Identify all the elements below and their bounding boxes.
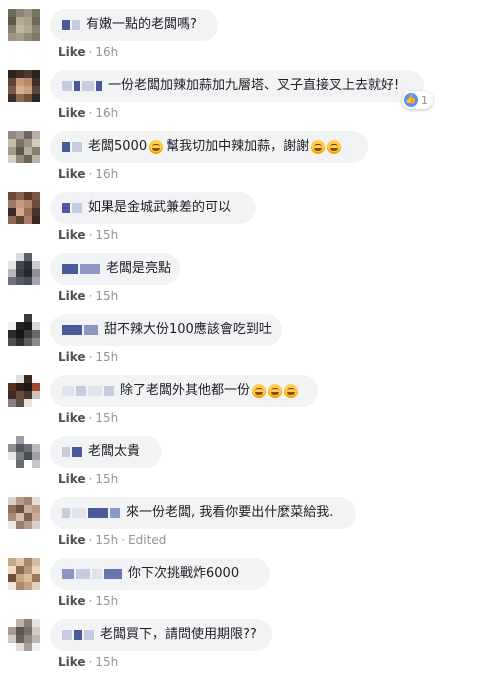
timestamp[interactable]: 15h <box>95 655 118 669</box>
timestamp[interactable]: 15h <box>95 350 118 364</box>
avatar[interactable] <box>8 497 40 529</box>
redacted-name[interactable] <box>62 18 82 32</box>
comment-bubble: 老闆5000 幫我切加中辣加蒜，謝謝 <box>50 131 368 163</box>
comment-text: 有嫩一點的老闆嗎? <box>86 17 197 32</box>
like-link[interactable]: Like <box>58 594 86 608</box>
timestamp[interactable]: 15h <box>95 411 118 425</box>
avatar[interactable] <box>8 314 40 346</box>
laughing-face-icon <box>327 140 342 154</box>
comment-meta: Like · 15h · Edited <box>58 533 167 547</box>
like-link[interactable]: Like <box>58 106 86 120</box>
like-link[interactable]: Like <box>58 45 86 59</box>
like-link[interactable]: Like <box>58 167 86 181</box>
steam-face-icon <box>252 384 267 398</box>
comment-meta: Like · 15h <box>58 411 119 425</box>
comment-meta: Like · 15h <box>58 594 119 608</box>
comment-text: 甜不辣大份100應該會吃到吐 <box>104 322 272 337</box>
steam-face-icon <box>284 384 299 398</box>
avatar[interactable] <box>8 192 40 224</box>
timestamp[interactable]: 15h <box>95 472 118 486</box>
comment-meta: Like · 16h <box>58 106 119 120</box>
comment-bubble: 甜不辣大份100應該會吃到吐 <box>50 314 282 346</box>
steam-face-icon <box>268 384 283 398</box>
comment-bubble: 老闆是亮點 <box>50 253 180 285</box>
comment-text: 一份老闆加辣加蒜加九層塔、叉子直接叉上去就好! <box>108 78 400 93</box>
reaction-number: 1 <box>421 93 428 107</box>
comment-text: 老闆5000 <box>88 139 148 154</box>
timestamp[interactable]: 15h <box>95 228 118 242</box>
avatar[interactable] <box>8 253 40 285</box>
avatar[interactable] <box>8 9 40 41</box>
avatar[interactable] <box>8 131 40 163</box>
comment-meta: Like · 15h <box>58 655 119 669</box>
redacted-name[interactable] <box>62 140 84 154</box>
redacted-name[interactable] <box>62 567 124 581</box>
avatar[interactable] <box>8 375 40 407</box>
comment-text: 老闆太貴 <box>88 444 141 459</box>
comment-bubble: 老闆買下，請問使用期限?? <box>50 619 272 651</box>
comment-text: 除了老闆外其他都一份 <box>120 383 251 398</box>
timestamp[interactable]: 15h <box>95 289 118 303</box>
like-link[interactable]: Like <box>58 411 86 425</box>
laughing-face-icon <box>311 140 326 154</box>
redacted-name[interactable] <box>62 201 84 215</box>
redacted-name[interactable] <box>62 262 102 276</box>
comment-text: 來一份老闆, 我看你要出什麼菜給我. <box>126 505 334 520</box>
comment-bubble: 一份老闆加辣加蒜加九層塔、叉子直接叉上去就好! <box>50 70 424 102</box>
redacted-name[interactable] <box>62 323 100 337</box>
comment-bubble: 來一份老闆, 我看你要出什麼菜給我. <box>50 497 356 529</box>
redacted-name[interactable] <box>62 384 116 398</box>
like-link[interactable]: Like <box>58 228 86 242</box>
like-link[interactable]: Like <box>58 289 86 303</box>
timestamp[interactable]: 16h <box>95 45 118 59</box>
comment-feed: 有嫩一點的老闆嗎? Like · 16h 一份老闆加辣加蒜加九層塔、叉子直接叉上去就… <box>0 0 493 677</box>
timestamp[interactable]: 15h <box>95 594 118 608</box>
comment-meta: Like · 16h <box>58 45 119 59</box>
avatar[interactable] <box>8 619 40 651</box>
thumbs-up-icon: 👍 <box>404 93 418 107</box>
comment-bubble: 有嫩一點的老闆嗎? <box>50 9 218 41</box>
redacted-name[interactable] <box>62 445 84 459</box>
comment-text: 如果是金城武兼差的可以 <box>88 200 232 215</box>
comment-text: 你下次挑戰炸6000 <box>128 566 240 581</box>
like-link[interactable]: Like <box>58 472 86 486</box>
comment-meta: Like · 15h <box>58 472 119 486</box>
timestamp[interactable]: 16h <box>95 106 118 120</box>
like-link[interactable]: Like <box>58 533 86 547</box>
avatar[interactable] <box>8 436 40 468</box>
timestamp[interactable]: 15h <box>95 533 118 547</box>
comment-bubble: 除了老闆外其他都一份 <box>50 375 318 407</box>
redacted-name[interactable] <box>62 628 96 642</box>
comment-bubble: 如果是金城武兼差的可以 <box>50 192 256 224</box>
comment-text-continued: 幫我切加中辣加蒜，謝謝 <box>166 139 310 154</box>
like-link[interactable]: Like <box>58 655 86 669</box>
avatar[interactable] <box>8 70 40 102</box>
timestamp[interactable]: 16h <box>95 167 118 181</box>
like-link[interactable]: Like <box>58 350 86 364</box>
comment-bubble: 老闆太貴 <box>50 436 162 468</box>
comment-meta: Like · 16h <box>58 167 119 181</box>
reaction-count[interactable]: 👍 1 <box>402 91 433 109</box>
comment-meta: Like · 15h <box>58 350 119 364</box>
laughing-face-icon <box>149 140 164 154</box>
redacted-name[interactable] <box>62 79 104 93</box>
comment-text: 老闆買下，請問使用期限?? <box>100 627 257 642</box>
comment-bubble: 你下次挑戰炸6000 <box>50 558 270 590</box>
comment-meta: Like · 15h <box>58 289 119 303</box>
redacted-name[interactable] <box>62 506 122 520</box>
avatar[interactable] <box>8 558 40 590</box>
comment-text: 老闆是亮點 <box>106 261 172 276</box>
edited-label[interactable]: Edited <box>128 533 166 547</box>
comment-meta: Like · 15h <box>58 228 119 242</box>
